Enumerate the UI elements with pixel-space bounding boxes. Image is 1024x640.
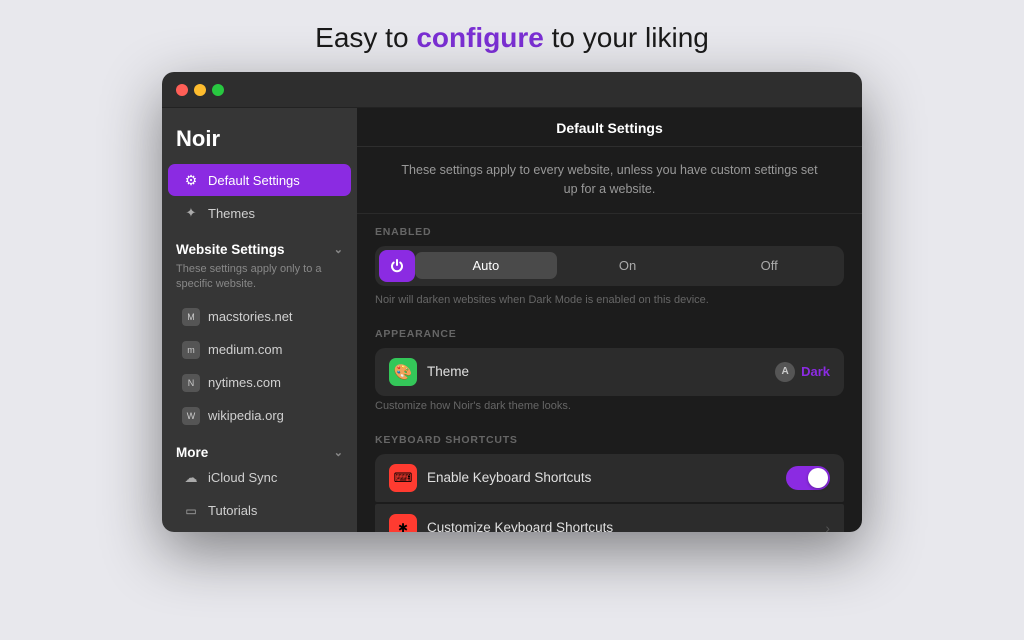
theme-right: A Dark xyxy=(775,362,830,382)
website-settings-desc: These settings apply only to a specific … xyxy=(162,259,357,301)
site-icon-wikipedia: W xyxy=(182,407,200,425)
sidebar-item-about[interactable]: ⓘ About Noir xyxy=(168,528,351,532)
appearance-section-label: APPEARANCE xyxy=(357,316,862,348)
more-header: More ⌄ xyxy=(162,433,357,462)
sidebar: Noir ⚙ Default Settings ✦ Themes Website… xyxy=(162,108,357,532)
auto-option[interactable]: Auto xyxy=(415,252,557,279)
title-bar xyxy=(162,72,862,108)
theme-label: Theme xyxy=(427,364,765,379)
app-title: Noir xyxy=(162,126,357,164)
off-option[interactable]: Off xyxy=(698,252,840,279)
main-panel: Default Settings These settings apply to… xyxy=(357,108,862,532)
sidebar-item-medium[interactable]: m medium.com xyxy=(168,334,351,366)
site-icon-medium: m xyxy=(182,341,200,359)
zoom-button[interactable] xyxy=(212,84,224,96)
keyboard-toggle[interactable] xyxy=(786,466,830,490)
power-button[interactable] xyxy=(379,250,415,282)
sidebar-item-nytimes[interactable]: N nytimes.com xyxy=(168,367,351,399)
sidebar-item-themes[interactable]: ✦ Themes xyxy=(168,197,351,229)
power-icon xyxy=(389,258,405,274)
chevron-down-icon: ⌄ xyxy=(334,446,343,459)
customize-keyboard-row[interactable]: ✱ Customize Keyboard Shortcuts › xyxy=(375,504,844,533)
auto-badge: A xyxy=(775,362,795,382)
enabled-section-label: ENABLED xyxy=(357,214,862,246)
panel-title: Default Settings xyxy=(357,108,862,147)
theme-row[interactable]: 🎨 Theme A Dark xyxy=(375,348,844,396)
enable-keyboard-row[interactable]: ⌨ Enable Keyboard Shortcuts xyxy=(375,454,844,502)
keyboard-icon: ⌨ xyxy=(389,464,417,492)
close-button[interactable] xyxy=(176,84,188,96)
window-body: Noir ⚙ Default Settings ✦ Themes Website… xyxy=(162,108,862,532)
appearance-hint: Customize how Noir's dark theme looks. xyxy=(357,398,862,422)
sidebar-item-label: Themes xyxy=(208,206,255,221)
sidebar-item-icloud[interactable]: ☁ iCloud Sync xyxy=(168,462,351,494)
headline-text: Easy to configure to your liking xyxy=(315,22,709,53)
traffic-lights xyxy=(176,84,224,96)
app-window: Noir ⚙ Default Settings ✦ Themes Website… xyxy=(162,72,862,532)
sidebar-item-macstories[interactable]: M macstories.net xyxy=(168,301,351,333)
headline: Easy to configure to your liking xyxy=(315,22,709,54)
sidebar-item-wikipedia[interactable]: W wikipedia.org xyxy=(168,400,351,432)
theme-value: Dark xyxy=(801,364,830,379)
book-icon: ▭ xyxy=(182,502,200,520)
cloud-icon: ☁ xyxy=(182,469,200,487)
customize-keyboard-label: Customize Keyboard Shortcuts xyxy=(427,520,815,532)
enable-keyboard-label: Enable Keyboard Shortcuts xyxy=(427,470,776,485)
chevron-right-icon: › xyxy=(825,520,830,533)
sidebar-item-label: Default Settings xyxy=(208,173,300,188)
sidebar-item-default-settings[interactable]: ⚙ Default Settings xyxy=(168,164,351,196)
site-icon-nytimes: N xyxy=(182,374,200,392)
website-settings-header: Website Settings ⌄ xyxy=(162,230,357,259)
site-icon-macstories: M xyxy=(182,308,200,326)
sidebar-item-tutorials[interactable]: ▭ Tutorials xyxy=(168,495,351,527)
chevron-down-icon: ⌄ xyxy=(334,243,343,256)
on-option[interactable]: On xyxy=(557,252,699,279)
theme-icon: 🎨 xyxy=(389,358,417,386)
enabled-toggle-group: Auto On Off xyxy=(375,246,844,286)
enabled-hint: Noir will darken websites when Dark Mode… xyxy=(357,292,862,316)
customize-icon: ✱ xyxy=(389,514,417,533)
brush-icon: ✦ xyxy=(182,204,200,222)
gear-icon: ⚙ xyxy=(182,171,200,189)
keyboard-section-label: KEYBOARD SHORTCUTS xyxy=(357,422,862,454)
minimize-button[interactable] xyxy=(194,84,206,96)
panel-description: These settings apply to every website, u… xyxy=(357,147,862,214)
